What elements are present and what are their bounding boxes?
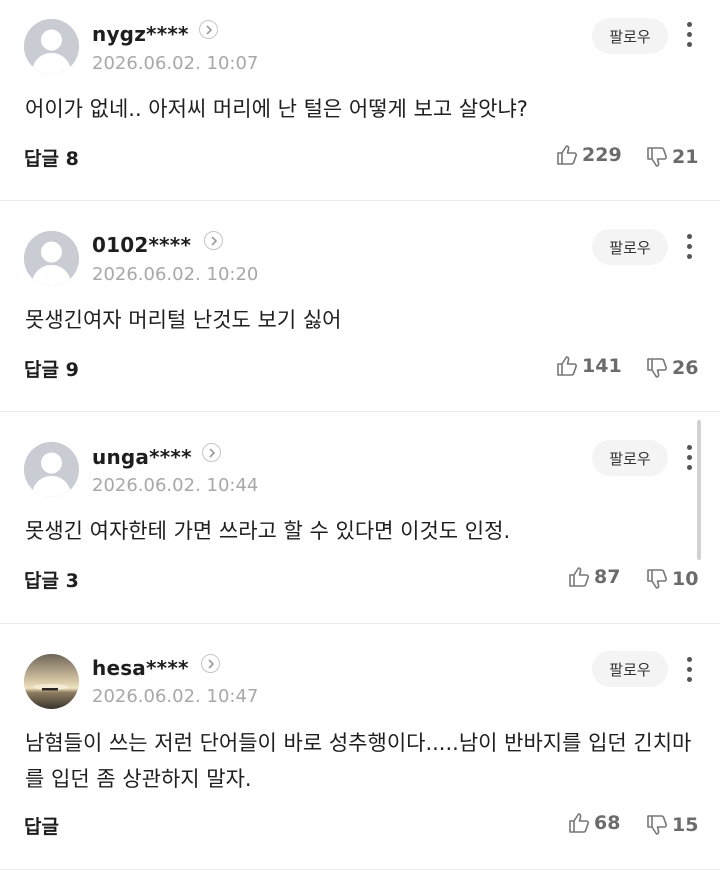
comment-username[interactable]: nygz****	[92, 22, 189, 46]
reply-button[interactable]: 답글 9	[24, 355, 79, 382]
reply-button[interactable]: 답글 8	[24, 144, 79, 171]
follow-button[interactable]: 팔로우	[592, 440, 668, 476]
thumbs-up-icon	[569, 813, 589, 833]
comment-text: 못생긴 여자한테 가면 쓰라고 할 수 있다면 이것도 인정.	[25, 519, 511, 543]
dislike-button[interactable]: 10	[645, 565, 698, 593]
default-avatar-icon	[24, 231, 79, 286]
dislike-count: 10	[672, 568, 699, 590]
follow-button[interactable]: 팔로우	[592, 651, 668, 687]
thumbs-up-icon	[557, 356, 577, 376]
comment-username[interactable]: hesa****	[92, 656, 189, 680]
more-vertical-icon[interactable]	[683, 22, 695, 48]
comment-timestamp: 2026.06.02. 10:44	[92, 475, 259, 496]
dislike-count: 15	[672, 814, 699, 836]
user-avatar[interactable]	[24, 231, 79, 286]
thumbs-up-icon	[557, 145, 577, 165]
dislike-button[interactable]: 21	[645, 143, 698, 171]
chevron-right-icon	[208, 659, 215, 669]
comment-item: nygz**** 2026.06.02. 10:07 팔로우 어이가 없네.. …	[0, 0, 720, 201]
chevron-right-icon	[211, 236, 218, 246]
thumbs-down-icon	[647, 358, 667, 378]
user-avatar[interactable]	[24, 19, 79, 74]
like-count: 229	[582, 144, 622, 166]
thumbs-up-icon	[569, 567, 589, 587]
chevron-right-icon	[209, 448, 216, 458]
profile-link-icon[interactable]	[204, 231, 223, 250]
comment-item: 0102**** 2026.06.02. 10:20 팔로우 못생긴여자 머리털…	[0, 201, 720, 412]
like-button[interactable]: 68	[567, 809, 620, 837]
thumbs-down-icon	[647, 147, 667, 167]
like-button[interactable]: 87	[567, 563, 620, 591]
scrollbar[interactable]	[697, 420, 701, 560]
thumbs-down-icon	[647, 569, 667, 589]
like-count: 141	[582, 355, 622, 377]
thumbs-down-icon	[647, 815, 667, 835]
comment-item: unga**** 2026.06.02. 10:44 팔로우 못생긴 여자한테 …	[0, 412, 720, 624]
dislike-button[interactable]: 15	[645, 811, 698, 839]
comment-text: 남혐들이 쓰는 저런 단어들이 바로 성추행이다.....남이 반바지를 입던 …	[25, 731, 692, 791]
profile-link-icon[interactable]	[201, 654, 220, 673]
more-vertical-icon[interactable]	[683, 234, 695, 260]
dislike-button[interactable]: 26	[645, 354, 698, 382]
profile-link-icon[interactable]	[199, 20, 218, 39]
comment-timestamp: 2026.06.02. 10:20	[92, 264, 259, 285]
user-avatar[interactable]	[24, 654, 79, 709]
profile-link-icon[interactable]	[202, 443, 221, 462]
more-vertical-icon[interactable]	[683, 445, 695, 471]
comment-text: 못생긴여자 머리털 난것도 보기 싫어	[25, 308, 342, 332]
reply-button[interactable]: 답글	[24, 812, 59, 839]
comment-timestamp: 2026.06.02. 10:07	[92, 53, 259, 74]
like-count: 68	[594, 812, 621, 834]
comment-text: 어이가 없네.. 아저씨 머리에 난 털은 어떻게 보고 살앗냐?	[25, 97, 528, 121]
like-count: 87	[594, 566, 621, 588]
user-avatar[interactable]	[24, 442, 79, 497]
comment-item: hesa**** 2026.06.02. 10:47 팔로우 남혐들이 쓰는 저…	[0, 624, 720, 870]
comment-timestamp: 2026.06.02. 10:47	[92, 686, 259, 707]
reply-button[interactable]: 답글 3	[24, 566, 79, 593]
sunset-photo-avatar-icon	[24, 654, 79, 709]
default-avatar-icon	[24, 19, 79, 74]
follow-button[interactable]: 팔로우	[592, 229, 668, 265]
comment-username[interactable]: unga****	[92, 445, 192, 469]
like-button[interactable]: 141	[555, 352, 622, 380]
follow-button[interactable]: 팔로우	[592, 18, 668, 54]
chevron-right-icon	[206, 25, 213, 35]
like-button[interactable]: 229	[555, 141, 622, 169]
default-avatar-icon	[24, 442, 79, 497]
dislike-count: 21	[672, 146, 699, 168]
dislike-count: 26	[672, 357, 699, 379]
comment-username[interactable]: 0102****	[92, 233, 191, 257]
more-vertical-icon[interactable]	[683, 657, 695, 683]
